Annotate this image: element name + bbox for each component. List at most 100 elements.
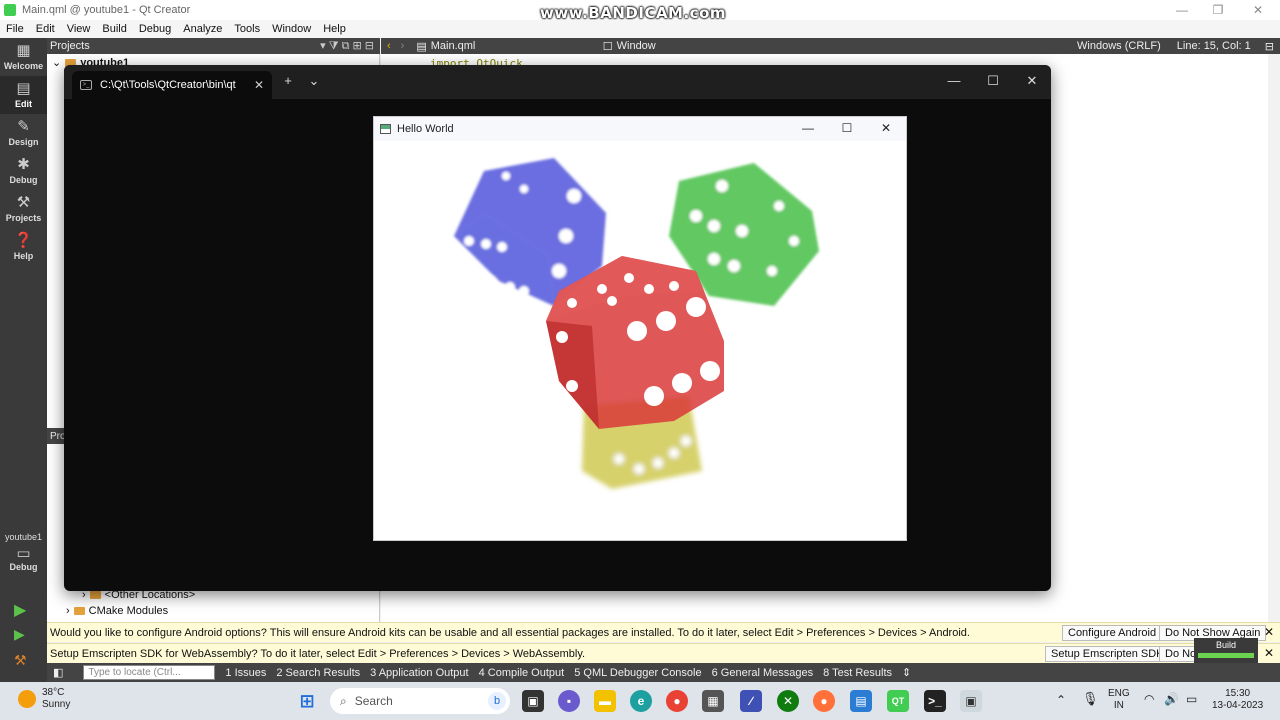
menu-tools[interactable]: Tools bbox=[228, 23, 266, 35]
close-icon[interactable]: ✕ bbox=[1240, 0, 1276, 20]
tab-issues[interactable]: 1 Issues bbox=[225, 667, 266, 679]
grid-icon: ▦ bbox=[16, 42, 31, 59]
debug-run-icon[interactable]: ▶ bbox=[14, 626, 25, 643]
configure-android-button[interactable]: Configure Android bbox=[1062, 625, 1163, 641]
menu-file[interactable]: File bbox=[0, 23, 30, 35]
mode-label: Help bbox=[13, 251, 34, 261]
menu-view[interactable]: View bbox=[61, 23, 97, 35]
tab-compile-output[interactable]: 4 Compile Output bbox=[479, 667, 565, 679]
maximize-icon[interactable]: ☐ bbox=[983, 73, 1003, 89]
windows-taskbar: 38°C Sunny ⊞ ⌕ Search b ▣ ▪ ▬ e ● ▦ ∕ ✕ … bbox=[0, 682, 1280, 720]
microphone-icon[interactable]: 🎙 bbox=[1082, 692, 1099, 705]
android-notification: Would you like to configure Android opti… bbox=[47, 622, 1280, 642]
weather-condition: Sunny bbox=[42, 699, 71, 710]
mode-help[interactable]: ❓ Help bbox=[0, 228, 47, 266]
line-ending-selector[interactable]: Windows (CRLF) bbox=[1077, 40, 1161, 52]
language-indicator[interactable]: ENG IN bbox=[1108, 688, 1130, 712]
menu-debug[interactable]: Debug bbox=[133, 23, 177, 35]
close-icon[interactable]: ✕ bbox=[1264, 625, 1274, 639]
maximize-icon[interactable]: ❐ bbox=[1200, 0, 1236, 20]
windows-start-icon[interactable]: ⊞ bbox=[296, 690, 318, 712]
qt-icon[interactable]: QT bbox=[887, 690, 909, 712]
close-icon[interactable]: ✕ bbox=[1022, 73, 1042, 89]
volume-icon[interactable]: 🔊 bbox=[1164, 693, 1179, 705]
menu-analyze[interactable]: Analyze bbox=[177, 23, 228, 35]
app-window-icon bbox=[380, 124, 391, 134]
symbol-selector[interactable]: Window bbox=[617, 40, 656, 52]
clock[interactable]: 15:30 13-04-2023 bbox=[1212, 688, 1263, 712]
mode-label: Design bbox=[8, 137, 39, 147]
wifi-icon[interactable]: ◠ bbox=[1144, 693, 1154, 705]
toggle-sidebar-icon[interactable]: ◧ bbox=[53, 666, 63, 679]
mode-label: Edit bbox=[15, 99, 32, 109]
firefox-icon[interactable]: ● bbox=[813, 690, 835, 712]
close-icon[interactable]: ✕ bbox=[876, 121, 896, 135]
store-icon[interactable]: ▦ bbox=[702, 690, 724, 712]
minimize-icon[interactable]: — bbox=[798, 121, 818, 135]
hammer-icon[interactable]: ⚒ bbox=[14, 652, 27, 669]
weather-widget[interactable]: 38°C Sunny bbox=[18, 687, 70, 711]
editor-scrollbar[interactable] bbox=[1268, 54, 1280, 622]
folder-icon bbox=[73, 607, 85, 615]
region: IN bbox=[1113, 700, 1124, 711]
mode-design[interactable]: ✎ Design bbox=[0, 114, 47, 152]
qt-creator-icon bbox=[4, 4, 16, 16]
split-editor-icon[interactable]: ⊟ bbox=[1265, 40, 1274, 53]
close-icon[interactable]: ✕ bbox=[1264, 646, 1274, 660]
tab-application-output[interactable]: 3 Application Output bbox=[370, 667, 468, 679]
more-tabs-icon[interactable]: ⇕ bbox=[902, 666, 911, 679]
minimize-icon[interactable]: — bbox=[1164, 0, 1200, 20]
task-view-icon[interactable]: ▣ bbox=[522, 690, 544, 712]
menu-build[interactable]: Build bbox=[96, 23, 132, 35]
cursor-position[interactable]: Line: 15, Col: 1 bbox=[1177, 40, 1251, 52]
mode-edit[interactable]: ▤ Edit bbox=[0, 76, 47, 114]
mode-projects[interactable]: ⚒ Projects bbox=[0, 190, 47, 228]
taskbar-search[interactable]: ⌕ Search b bbox=[330, 688, 510, 714]
xbox-icon[interactable]: ✕ bbox=[777, 690, 799, 712]
run-icon[interactable]: ▶ bbox=[14, 600, 26, 620]
terminal-icon[interactable]: >_ bbox=[924, 690, 946, 712]
mode-debug[interactable]: ✱ Debug bbox=[0, 152, 47, 190]
language: ENG bbox=[1108, 688, 1130, 699]
mode-welcome[interactable]: ▦ Welcome bbox=[0, 38, 47, 76]
menu-edit[interactable]: Edit bbox=[30, 23, 61, 35]
forward-arrow-icon[interactable]: › bbox=[401, 40, 405, 52]
tab-close-icon[interactable]: ✕ bbox=[254, 78, 264, 92]
terminal-tab-title: C:\Qt\Tools\QtCreator\bin\qt bbox=[100, 79, 236, 91]
tree-item-label: CMake Modules bbox=[88, 605, 169, 617]
maximize-icon[interactable]: ☐ bbox=[837, 121, 857, 135]
edge-icon[interactable]: e bbox=[630, 690, 652, 712]
setup-emscripten-button[interactable]: Setup Emscripten SDK bbox=[1045, 646, 1170, 662]
hello-world-window[interactable]: Hello World — ☐ ✕ bbox=[373, 116, 907, 541]
time: 15:30 bbox=[1225, 688, 1251, 699]
terminal-tab[interactable]: >_ C:\Qt\Tools\QtCreator\bin\qt ✕ bbox=[72, 71, 272, 99]
pane-toolbar-icons[interactable]: ▾ ⧩ ⧉ ⊞ ⊟ bbox=[320, 39, 374, 53]
emscripten-notification-text: Setup Emscripten SDK for WebAssembly? To… bbox=[50, 647, 586, 660]
mode-label: Welcome bbox=[3, 61, 44, 71]
menu-window[interactable]: Window bbox=[266, 23, 317, 35]
tab-search-results[interactable]: 2 Search Results bbox=[276, 667, 360, 679]
chat-icon[interactable]: ▪ bbox=[558, 690, 580, 712]
menu-help[interactable]: Help bbox=[317, 23, 352, 35]
tab-test-results[interactable]: 8 Test Results bbox=[823, 667, 892, 679]
build-progress[interactable]: Build bbox=[1194, 638, 1258, 664]
battery-icon[interactable]: ▭ bbox=[1186, 693, 1197, 705]
file-explorer-icon[interactable]: ▬ bbox=[594, 690, 616, 712]
chrome-icon[interactable]: ● bbox=[666, 690, 688, 712]
kit-selector[interactable]: youtube1 ▭ Debug bbox=[0, 532, 47, 572]
visual-studio-icon[interactable]: ∕ bbox=[740, 690, 762, 712]
new-tab-icon[interactable]: + bbox=[278, 73, 298, 88]
minimize-icon[interactable]: — bbox=[944, 73, 964, 88]
file-selector[interactable]: Main.qml bbox=[431, 40, 587, 52]
tree-cmake-modules[interactable]: › CMake Modules bbox=[66, 605, 168, 617]
chevron-down-icon[interactable]: ⌄ bbox=[304, 73, 324, 89]
wrench-icon: ⚒ bbox=[16, 194, 31, 211]
tab-general-messages[interactable]: 6 General Messages bbox=[712, 667, 814, 679]
back-arrow-icon[interactable]: ‹ bbox=[387, 40, 391, 52]
dice-scene bbox=[454, 158, 819, 489]
notepad-icon[interactable]: ▤ bbox=[850, 690, 872, 712]
chevron-up-icon[interactable]: ⌃ bbox=[1056, 694, 1066, 706]
tab-qml-debugger-console[interactable]: 5 QML Debugger Console bbox=[574, 667, 701, 679]
app-window-icon[interactable]: ▣ bbox=[960, 690, 982, 712]
locator-input[interactable]: Type to locate (Ctrl... bbox=[83, 665, 216, 680]
